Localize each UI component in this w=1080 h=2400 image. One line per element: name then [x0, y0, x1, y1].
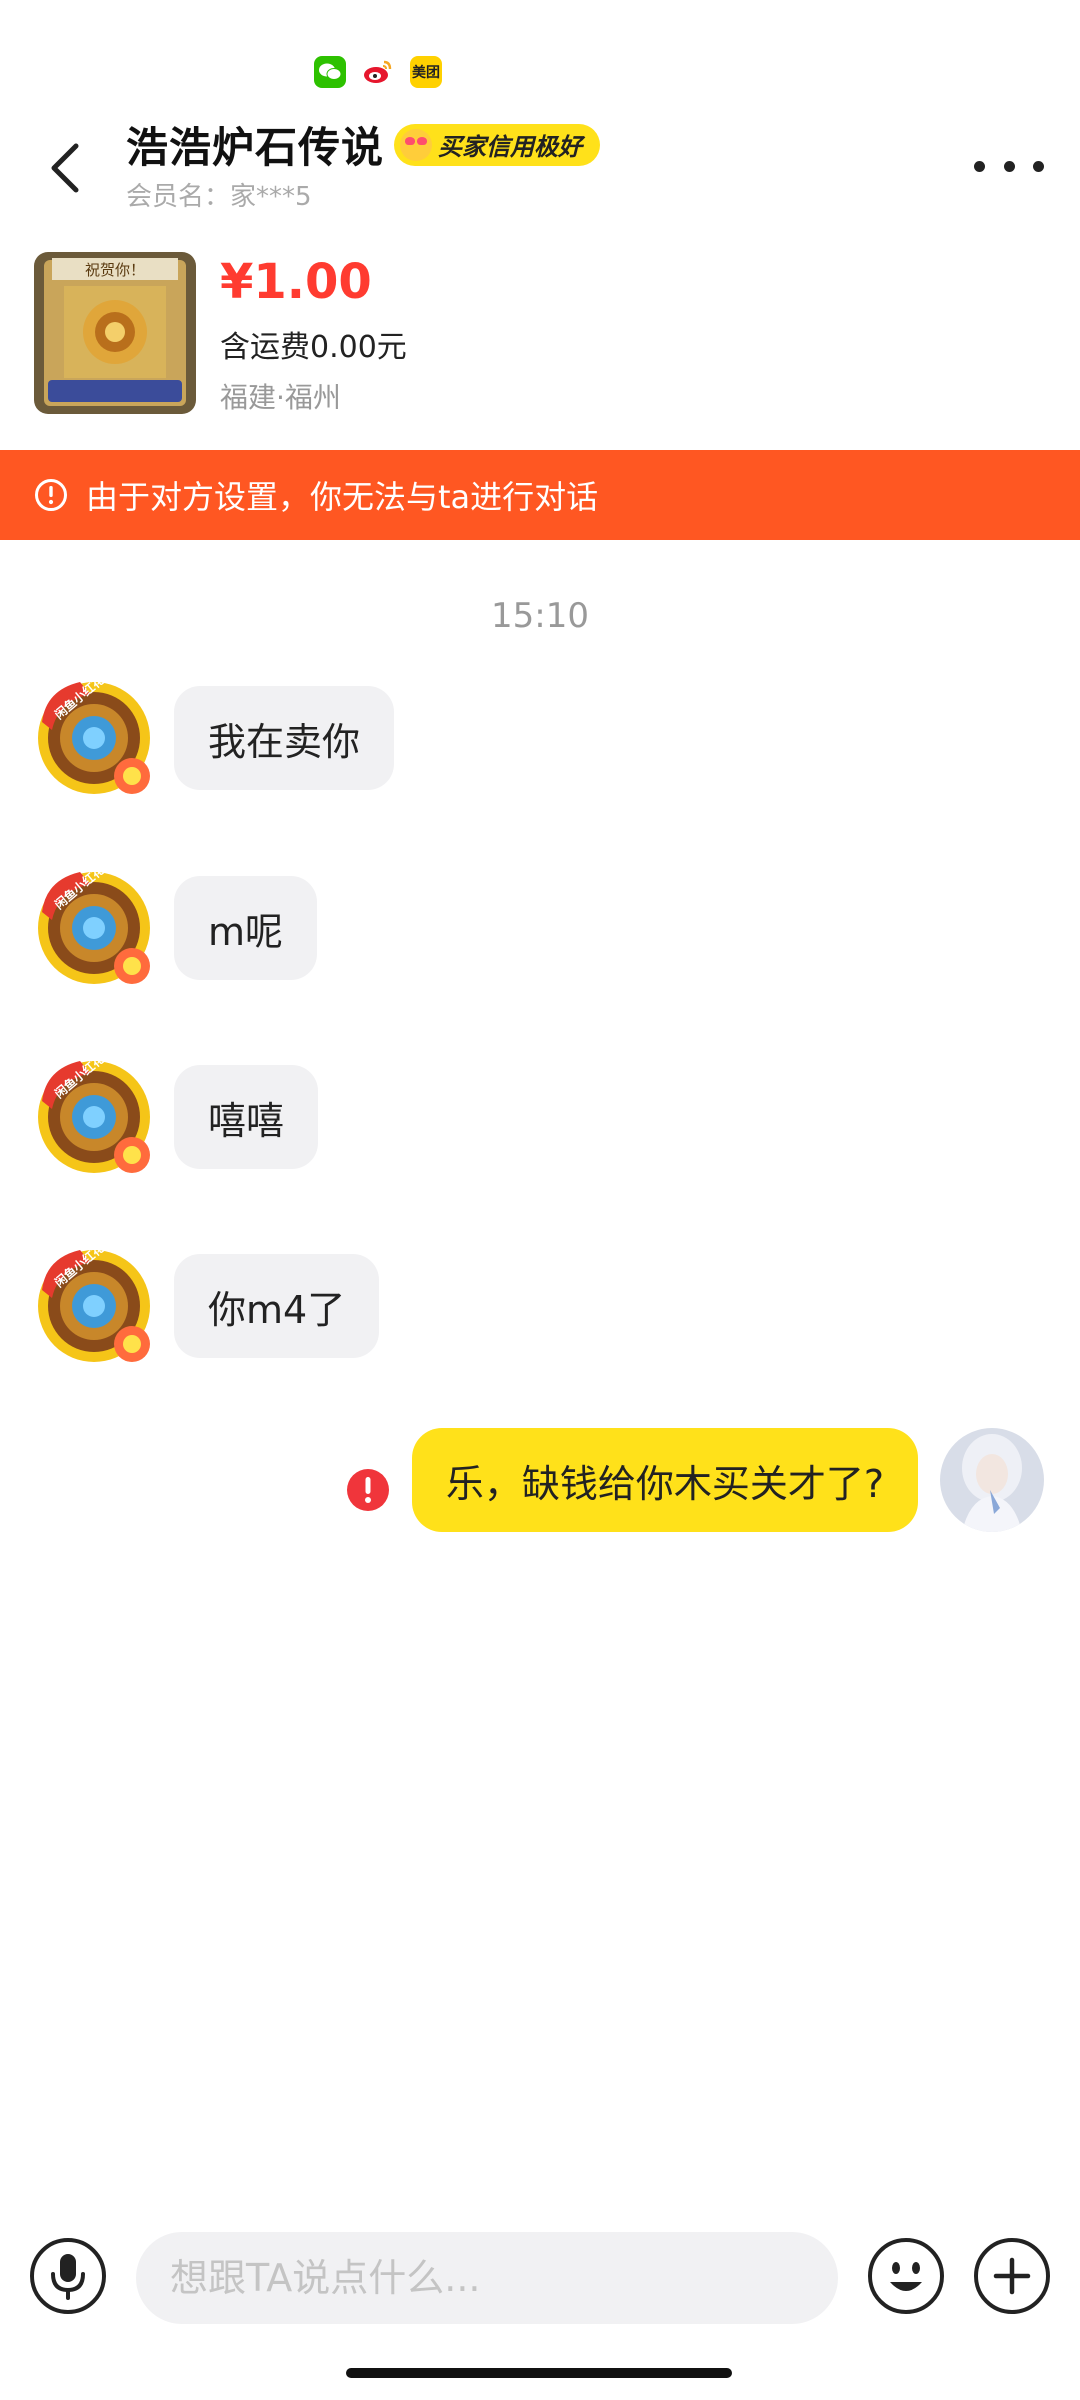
- notice-text: 由于对方设置，你无法与ta进行对话: [86, 478, 599, 516]
- member-name: 会员名：家***5: [126, 182, 312, 212]
- message-bubble[interactable]: 你m4了: [174, 1254, 380, 1358]
- chat-header: 浩浩炉石传说 买家信用极好 会员名：家***5: [0, 110, 1080, 220]
- message-bubble[interactable]: 我在卖你: [174, 686, 395, 790]
- plus-icon: [993, 2257, 1031, 2295]
- heart-eyes-icon: [400, 128, 433, 161]
- emoji-button[interactable]: [868, 2238, 944, 2314]
- wechat-icon: [314, 56, 346, 88]
- chevron-left-icon: [51, 143, 79, 193]
- input-bar: [0, 2222, 1080, 2332]
- seller-avatar[interactable]: 闲鱼小红花: [36, 1240, 160, 1368]
- seller-avatar[interactable]: 闲鱼小红花: [36, 1051, 160, 1179]
- more-button[interactable]: [974, 146, 1044, 186]
- alert-circle-icon: [35, 479, 67, 511]
- add-button[interactable]: [974, 2238, 1050, 2314]
- seller-avatar[interactable]: 闲鱼小红花: [36, 672, 160, 800]
- home-indicator[interactable]: [346, 2368, 732, 2378]
- credit-badge-label: 买家信用极好: [438, 133, 583, 161]
- incoming-message: 闲鱼小红花 我在卖你: [36, 672, 395, 800]
- seller-avatar[interactable]: 闲鱼小红花: [36, 862, 160, 990]
- send-failed-icon[interactable]: [346, 1468, 390, 1516]
- product-price: ¥1.00: [220, 254, 372, 310]
- more-dot-icon: [1033, 160, 1044, 172]
- status-icons: 美团: [314, 56, 442, 88]
- product-thumbnail[interactable]: 祝贺你！: [34, 252, 196, 414]
- more-dot-icon: [974, 160, 985, 172]
- product-shipping: 含运费0.00元: [220, 330, 407, 365]
- page-title: 浩浩炉石传说: [126, 123, 385, 172]
- my-avatar[interactable]: [940, 1428, 1044, 1532]
- incoming-message: 闲鱼小红花 你m4了: [36, 1240, 380, 1368]
- chat-timestamp: 15:10: [491, 596, 589, 636]
- incoming-message: 闲鱼小红花 m呢: [36, 862, 318, 990]
- message-bubble[interactable]: m呢: [174, 876, 318, 980]
- product-location: 福建·福州: [220, 381, 341, 414]
- smiley-icon: [890, 2262, 922, 2291]
- message-input[interactable]: [136, 2232, 838, 2324]
- incoming-message: 闲鱼小红花 嘻嘻: [36, 1051, 319, 1179]
- product-card[interactable]: 祝贺你！ ¥1.00 含运费0.00元 福建·福州: [34, 252, 1044, 416]
- message-bubble[interactable]: 嘻嘻: [174, 1065, 319, 1169]
- credit-badge[interactable]: 买家信用极好: [394, 123, 601, 166]
- message-bubble-outgoing[interactable]: 乐，缺钱给你木买关才了?: [411, 1428, 918, 1532]
- back-button[interactable]: [34, 128, 94, 208]
- title-row: 浩浩炉石传说 买家信用极好: [126, 114, 601, 175]
- meituan-icon: 美团: [410, 56, 442, 88]
- microphone-icon: [51, 2254, 85, 2300]
- blocked-notice-bar: 由于对方设置，你无法与ta进行对话: [0, 450, 1080, 540]
- voice-button[interactable]: [30, 2238, 106, 2314]
- status-bar: 美团: [0, 0, 1080, 100]
- product-thumb-text: 祝贺你！: [85, 261, 145, 279]
- weibo-icon: [362, 56, 394, 88]
- more-dot-icon: [1003, 160, 1015, 172]
- outgoing-message: 乐，缺钱给你木买关才了?: [346, 1428, 1044, 1532]
